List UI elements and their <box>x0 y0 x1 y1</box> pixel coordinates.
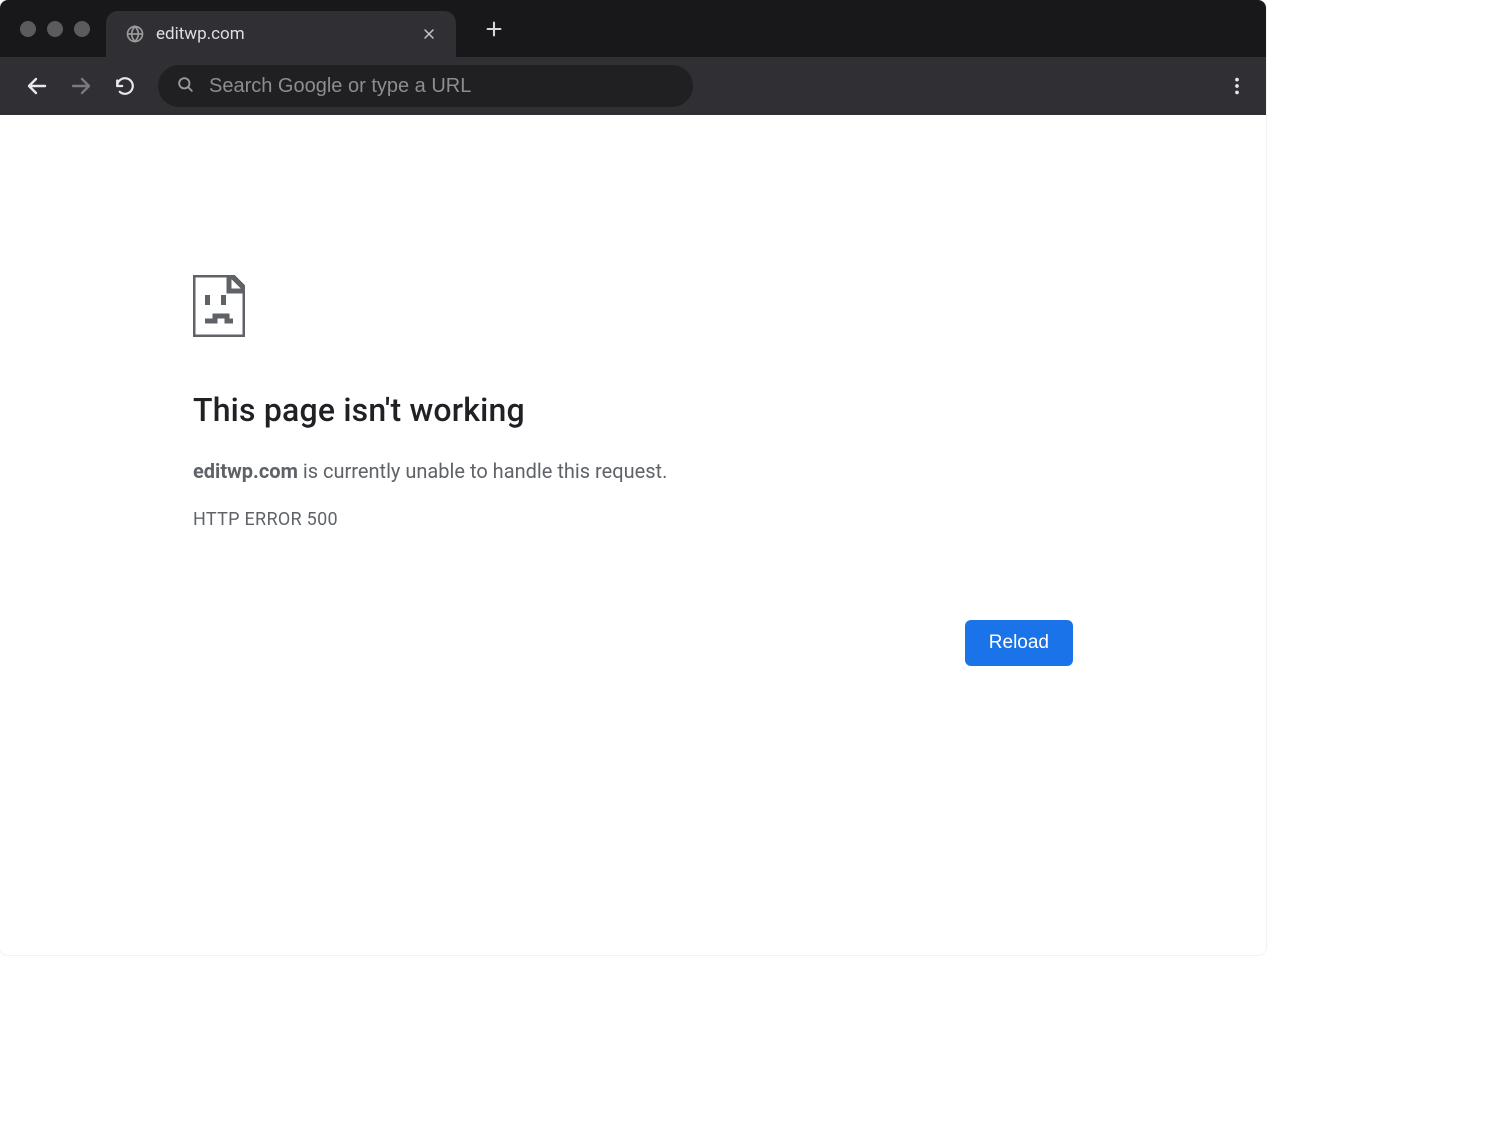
forward-button[interactable] <box>62 67 100 105</box>
new-tab-button[interactable] <box>472 7 516 51</box>
search-icon <box>176 75 195 98</box>
page-viewport: This page isn't working editwp.com is cu… <box>0 115 1266 955</box>
error-container: This page isn't working editwp.com is cu… <box>193 115 1073 666</box>
reload-toolbar-button[interactable] <box>106 67 144 105</box>
back-button[interactable] <box>18 67 56 105</box>
globe-icon <box>124 23 146 45</box>
reload-button[interactable]: Reload <box>965 620 1073 666</box>
error-host: editwp.com <box>193 459 298 483</box>
omnibox[interactable] <box>158 65 693 107</box>
sad-page-icon <box>193 275 245 337</box>
toolbar <box>0 57 1266 115</box>
address-input[interactable] <box>209 75 675 98</box>
title-bar: editwp.com <box>0 0 1266 57</box>
error-title: This page isn't working <box>193 391 1073 429</box>
browser-tab[interactable]: editwp.com <box>106 11 456 57</box>
tab-title: editwp.com <box>156 24 408 44</box>
window-minimize-button[interactable] <box>47 21 63 37</box>
window-close-button[interactable] <box>20 21 36 37</box>
error-code: HTTP ERROR 500 <box>193 509 1073 530</box>
traffic-lights <box>0 0 106 57</box>
error-description: editwp.com is currently unable to handle… <box>193 459 1073 483</box>
window-zoom-button[interactable] <box>74 21 90 37</box>
browser-menu-button[interactable] <box>1218 67 1256 105</box>
error-actions: Reload <box>193 620 1073 666</box>
close-tab-button[interactable] <box>418 23 440 45</box>
error-description-rest: is currently unable to handle this reque… <box>298 459 667 483</box>
tab-strip: editwp.com <box>106 0 1266 57</box>
browser-window: editwp.com <box>0 0 1266 955</box>
